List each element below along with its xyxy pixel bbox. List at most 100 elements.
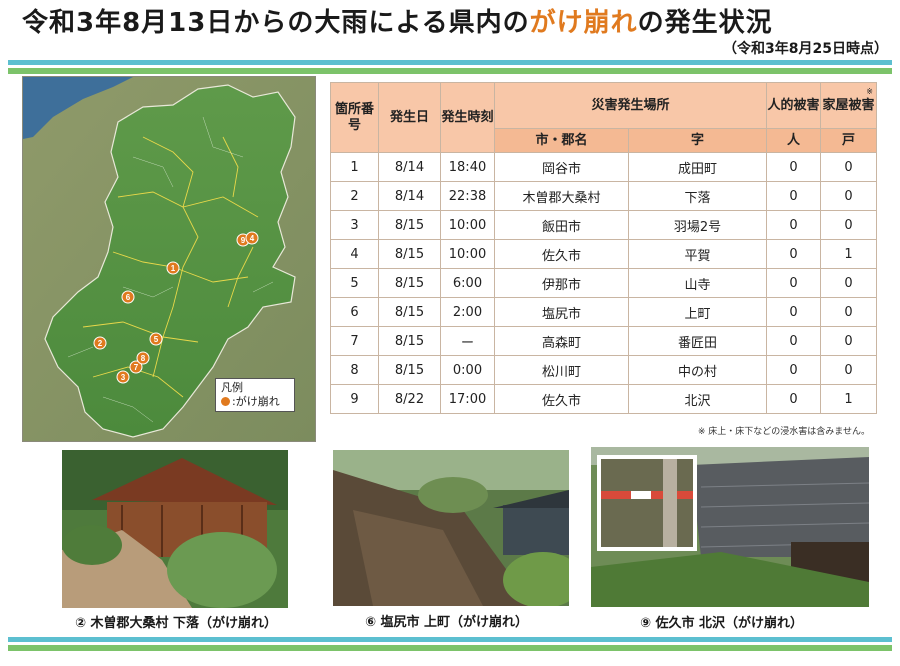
map-marker-label: 6 xyxy=(126,293,131,302)
page-title: 令和3年8月13日からの大雨による県内のがけ崩れの発生状況 xyxy=(22,2,773,39)
photo-slope-landslide xyxy=(333,450,569,606)
photo-caption-3: ⑨ 佐久市 北沢（がけ崩れ） xyxy=(640,616,804,631)
title-highlight: がけ崩れ xyxy=(529,8,638,38)
col-header-aza: 字 xyxy=(628,128,767,153)
map-marker-label: 3 xyxy=(121,373,126,382)
cell-time: 17:00 xyxy=(440,384,495,414)
cell-aza: 成田町 xyxy=(628,152,767,182)
cell-city: 松川町 xyxy=(494,355,629,385)
cell-aza: 番匠田 xyxy=(628,326,767,356)
cell-time: 10:00 xyxy=(440,210,495,240)
landslide-table: 箇所番号 発生日 発生時刻 災害発生場所 人的被害 家屋被害 ※ 市・郡名 字 人… xyxy=(330,82,877,414)
cell-city: 佐久市 xyxy=(494,384,629,414)
cell-date: 8/15 xyxy=(378,326,441,356)
photo-house-landslide xyxy=(591,447,869,607)
map-legend: 凡例 :がけ崩れ xyxy=(215,378,295,412)
col-header-time: 発生時刻 xyxy=(440,82,495,153)
map-marker-label: 2 xyxy=(98,339,103,348)
footer-divider xyxy=(8,637,892,651)
as-of-date: （令和3年8月25日時点） xyxy=(723,41,888,57)
cell-aza: 羽場2号 xyxy=(628,210,767,240)
map-marker-label: 8 xyxy=(141,354,146,363)
cell-human: 0 xyxy=(766,326,821,356)
cell-date: 8/15 xyxy=(378,210,441,240)
cell-time: ー xyxy=(440,326,495,356)
cell-house: 0 xyxy=(820,268,877,298)
cell-house: 0 xyxy=(820,326,877,356)
cell-human: 0 xyxy=(766,384,821,414)
cell-no: 6 xyxy=(330,297,379,327)
cell-no: 1 xyxy=(330,152,379,182)
cell-aza: 山寺 xyxy=(628,268,767,298)
cell-date: 8/15 xyxy=(378,297,441,327)
cell-human: 0 xyxy=(766,239,821,269)
cell-no: 3 xyxy=(330,210,379,240)
map-marker-label: 4 xyxy=(250,234,255,243)
cell-house: 0 xyxy=(820,210,877,240)
table-row: 1 8/14 18:40 岡谷市 成田町 0 0 xyxy=(330,152,877,182)
table-row: 3 8/15 10:00 飯田市 羽場2号 0 0 xyxy=(330,210,877,240)
cell-time: 6:00 xyxy=(440,268,495,298)
photo-caption-1: ② 木曽郡大桑村 下落（がけ崩れ） xyxy=(75,616,278,631)
col-header-city: 市・郡名 xyxy=(494,128,629,153)
col-header-house-unit: 戸 xyxy=(820,128,877,153)
table-row: 9 8/22 17:00 佐久市 北沢 0 1 xyxy=(330,384,877,414)
cell-human: 0 xyxy=(766,152,821,182)
cell-time: 22:38 xyxy=(440,181,495,211)
cell-city: 岡谷市 xyxy=(494,152,629,182)
cell-house: 1 xyxy=(820,239,877,269)
cell-date: 8/14 xyxy=(378,181,441,211)
cell-aza: 中の村 xyxy=(628,355,767,385)
cell-date: 8/22 xyxy=(378,384,441,414)
cell-no: 4 xyxy=(330,239,379,269)
cell-time: 0:00 xyxy=(440,355,495,385)
cell-aza: 北沢 xyxy=(628,384,767,414)
cell-house: 0 xyxy=(820,152,877,182)
cell-city: 高森町 xyxy=(494,326,629,356)
cell-city: 佐久市 xyxy=(494,239,629,269)
header-divider xyxy=(8,60,892,74)
cell-date: 8/14 xyxy=(378,152,441,182)
legend-title: 凡例 xyxy=(221,381,243,394)
cell-house: 0 xyxy=(820,181,877,211)
cell-human: 0 xyxy=(766,297,821,327)
map-marker-label: 7 xyxy=(134,363,139,372)
cell-no: 2 xyxy=(330,181,379,211)
table-row: 4 8/15 10:00 佐久市 平賀 0 1 xyxy=(330,239,877,269)
cell-human: 0 xyxy=(766,355,821,385)
cell-city: 塩尻市 xyxy=(494,297,629,327)
legend-item: :がけ崩れ xyxy=(232,395,280,408)
col-header-date: 発生日 xyxy=(378,82,441,153)
cell-time: 18:40 xyxy=(440,152,495,182)
cell-no: 7 xyxy=(330,326,379,356)
cell-aza: 上町 xyxy=(628,297,767,327)
cell-human: 0 xyxy=(766,210,821,240)
cell-human: 0 xyxy=(766,268,821,298)
cell-human: 0 xyxy=(766,181,821,211)
col-header-house: 家屋被害 ※ xyxy=(820,82,877,129)
cell-city: 木曽郡大桑村 xyxy=(494,181,629,211)
cell-date: 8/15 xyxy=(378,268,441,298)
col-header-no: 箇所番号 xyxy=(330,82,379,153)
cell-house: 0 xyxy=(820,297,877,327)
orange-dot-icon xyxy=(221,397,230,406)
photo-caption-2: ⑥ 塩尻市 上町（がけ崩れ） xyxy=(365,615,529,630)
table-row: 7 8/15 ー高森町 番匠田 0 0 xyxy=(330,326,877,356)
cell-date: 8/15 xyxy=(378,239,441,269)
col-header-place: 災害発生場所 xyxy=(494,82,767,129)
cell-time: 2:00 xyxy=(440,297,495,327)
title-suffix: の発生状況 xyxy=(637,8,773,38)
col-header-human-unit: 人 xyxy=(766,128,821,153)
table-row: 2 8/14 22:38 木曽郡大桑村 下落 0 0 xyxy=(330,181,877,211)
table-footnote: ※ 床上・床下などの浸水害は含みません。 xyxy=(697,427,870,437)
cell-city: 飯田市 xyxy=(494,210,629,240)
cell-house: 1 xyxy=(820,384,877,414)
cell-no: 5 xyxy=(330,268,379,298)
cell-date: 8/15 xyxy=(378,355,441,385)
house-footnote-mark: ※ xyxy=(866,87,873,96)
map-marker-label: 1 xyxy=(171,264,176,273)
table-row: 5 8/15 6:00 伊那市 山寺 0 0 xyxy=(330,268,877,298)
table-row: 6 8/15 2:00 塩尻市 上町 0 0 xyxy=(330,297,877,327)
photo-shrine-landslide xyxy=(62,450,288,608)
cell-aza: 下落 xyxy=(628,181,767,211)
